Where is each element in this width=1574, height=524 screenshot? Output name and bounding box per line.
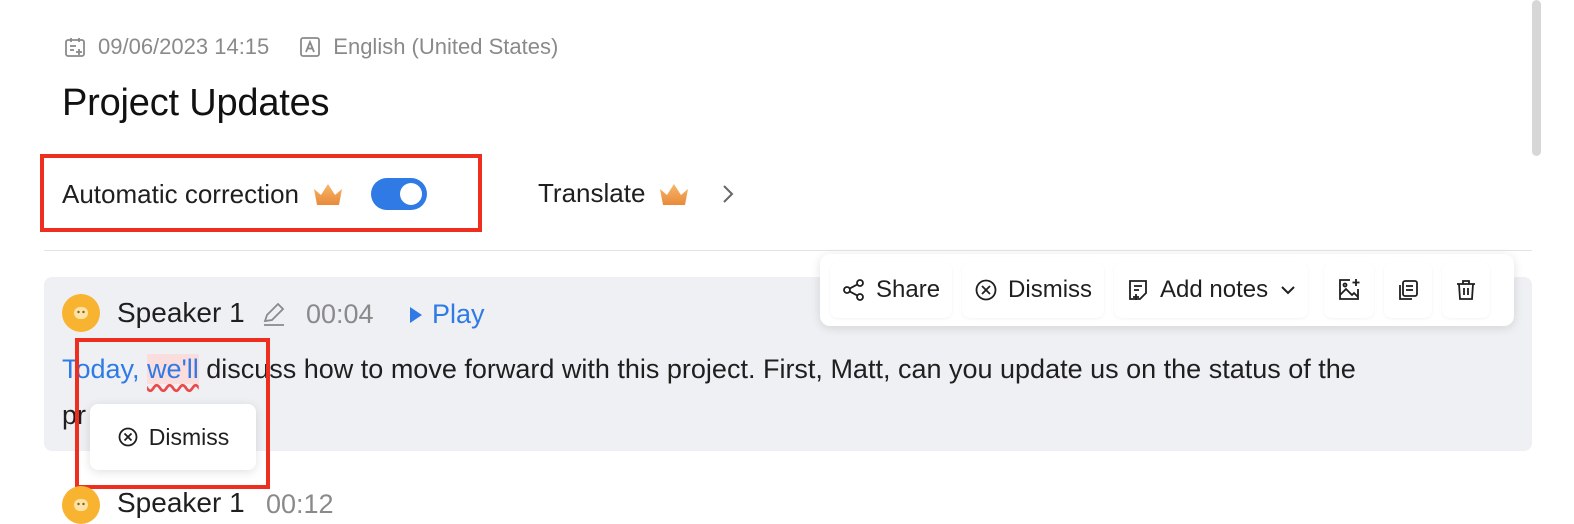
page-title: Project Updates bbox=[62, 82, 330, 124]
trash-icon bbox=[1454, 278, 1478, 302]
recording-language: English (United States) bbox=[333, 34, 559, 59]
chevron-right-icon[interactable] bbox=[721, 184, 741, 204]
popup-dismiss-label: Dismiss bbox=[148, 423, 230, 450]
segment-timestamp: 00:12 bbox=[266, 489, 334, 519]
speaker-name[interactable]: Speaker 1 bbox=[117, 487, 245, 519]
transcript-text[interactable]: Today, we'll discuss how to move forward… bbox=[62, 354, 1356, 385]
edit-icon[interactable] bbox=[260, 300, 288, 328]
transcript-text-line2: pr bbox=[62, 400, 87, 430]
segment-timestamp: 00:04 bbox=[306, 299, 374, 329]
divider bbox=[44, 250, 1532, 251]
dismiss-button[interactable]: Dismiss bbox=[962, 262, 1104, 318]
language-icon bbox=[297, 34, 323, 60]
copy-icon bbox=[1396, 278, 1420, 302]
notes-icon bbox=[1126, 278, 1150, 302]
translate-option[interactable]: Translate bbox=[538, 178, 741, 209]
delete-button[interactable] bbox=[1442, 262, 1490, 318]
play-label: Play bbox=[432, 299, 485, 329]
scrollbar[interactable] bbox=[1532, 0, 1541, 156]
crown-icon bbox=[657, 179, 691, 209]
share-button[interactable]: Share bbox=[830, 262, 952, 318]
speaker-name[interactable]: Speaker 1 bbox=[117, 297, 245, 329]
auto-correction-toggle[interactable] bbox=[370, 178, 427, 210]
recording-date: 09/06/2023 14:15 bbox=[98, 34, 270, 59]
speaker-avatar bbox=[62, 486, 100, 524]
add-notes-button[interactable]: Add notes bbox=[1114, 262, 1308, 318]
add-image-icon bbox=[1336, 277, 1362, 303]
dismiss-correction-popup[interactable]: Dismiss bbox=[90, 404, 256, 470]
dismiss-label: Dismiss bbox=[1008, 276, 1093, 303]
avatar bbox=[62, 294, 100, 332]
auto-correction-label: Automatic correction bbox=[62, 178, 299, 209]
auto-correction-option: Automatic correction bbox=[62, 178, 427, 210]
calendar-icon bbox=[62, 34, 88, 60]
copy-button[interactable] bbox=[1384, 262, 1432, 318]
speaker-avatar bbox=[62, 294, 100, 332]
transcript-text-current: Today, bbox=[62, 354, 148, 384]
dismiss-icon bbox=[974, 278, 998, 302]
translate-label: Translate bbox=[538, 178, 646, 208]
share-icon bbox=[842, 278, 866, 302]
transcript-text-rest: discuss how to move forward with this pr… bbox=[198, 354, 1356, 384]
corrected-word[interactable]: we'll bbox=[147, 354, 199, 384]
play-button[interactable]: Play bbox=[408, 299, 485, 330]
add-image-button[interactable] bbox=[1324, 262, 1374, 318]
add-notes-label: Add notes bbox=[1160, 276, 1269, 303]
avatar bbox=[62, 486, 100, 524]
meta-row: 09/06/2023 14:15 English (United States) bbox=[62, 34, 558, 60]
dismiss-icon bbox=[117, 426, 139, 448]
chevron-down-icon bbox=[1280, 284, 1296, 296]
segment-toolbar: Share Dismiss Add notes bbox=[820, 254, 1514, 326]
toggle-knob bbox=[399, 183, 422, 205]
crown-icon bbox=[311, 179, 345, 209]
play-icon bbox=[410, 306, 422, 323]
share-label: Share bbox=[876, 276, 941, 303]
